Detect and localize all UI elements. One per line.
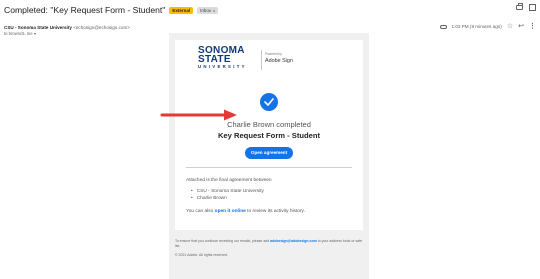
- adobe-sign-logo: Powered by Adobe Sign: [265, 52, 293, 64]
- copyright: © 2021 Adobe. All rights reserved.: [175, 253, 228, 257]
- attached-intro: Attached is the final agreement between: [186, 178, 272, 183]
- agreement-card: SONOMA STATE UNIVERSITY Powered by Adobe…: [175, 40, 363, 230]
- chevron-down-icon[interactable]: [33, 32, 36, 35]
- open-online-link[interactable]: open it online: [215, 209, 246, 214]
- divider: [186, 167, 352, 168]
- sender-row: CSU - Sonoma State University <echosign@…: [4, 25, 130, 30]
- sender-name: CSU - Sonoma State University: [4, 25, 72, 30]
- sender-email: <echosign@echosign.com>: [73, 25, 130, 30]
- open-online-line: You can also open it online to review it…: [186, 209, 305, 214]
- label-inbox-text: Inbox: [200, 7, 212, 13]
- subject-row: Completed: "Key Request Form - Student" …: [4, 4, 219, 16]
- form-title: Key Request Form - Student: [217, 131, 321, 140]
- label-inbox[interactable]: Inbox x: [197, 6, 219, 14]
- open-online-suffix: to review its activity history.: [247, 209, 305, 214]
- email-body: SONOMA STATE UNIVERSITY Powered by Adobe…: [169, 33, 369, 279]
- annotation-arrow: [160, 109, 237, 121]
- party-item: Charlie Brown: [191, 196, 227, 201]
- open-in-new-icon[interactable]: [529, 4, 536, 11]
- star-icon[interactable]: ☆: [507, 23, 513, 30]
- print-icon[interactable]: [516, 3, 523, 10]
- check-circle-icon: [260, 93, 278, 111]
- logo-line-3: UNIVERSITY: [198, 64, 247, 69]
- recipients-text: to brownc5, me: [4, 31, 33, 36]
- adobe-sign-text: Adobe Sign: [265, 58, 293, 64]
- logo-line-2: STATE: [198, 54, 231, 65]
- remove-label-icon[interactable]: x: [213, 8, 215, 13]
- reply-icon[interactable]: ↩: [518, 23, 524, 30]
- party-item: CSU - Sonoma State University: [191, 189, 264, 194]
- top-actions: [516, 3, 536, 11]
- message-meta: 1:03 PM (9 minutes ago) ☆ ↩ ⋮: [439, 23, 536, 30]
- footer-email-link[interactable]: adobesign@adobesign.com: [270, 239, 317, 243]
- footer-notice: To ensure that you continue receiving ou…: [175, 239, 363, 249]
- more-vert-icon[interactable]: ⋮: [529, 23, 536, 30]
- footer-prefix: To ensure that you continue receiving ou…: [175, 239, 270, 243]
- timestamp: 1:03 PM (9 minutes ago): [451, 24, 502, 29]
- logo-divider: [261, 50, 262, 70]
- label-external[interactable]: External: [169, 6, 194, 14]
- open-online-prefix: You can also: [186, 209, 214, 214]
- open-agreement-button[interactable]: Open agreement: [245, 147, 293, 159]
- email-subject: Completed: "Key Request Form - Student": [4, 5, 166, 15]
- recipients-row[interactable]: to brownc5, me: [4, 31, 36, 36]
- attachment-icon: [439, 24, 447, 29]
- sonoma-state-logo: SONOMA STATE UNIVERSITY: [198, 46, 247, 70]
- powered-by-text: Powered by: [265, 52, 282, 56]
